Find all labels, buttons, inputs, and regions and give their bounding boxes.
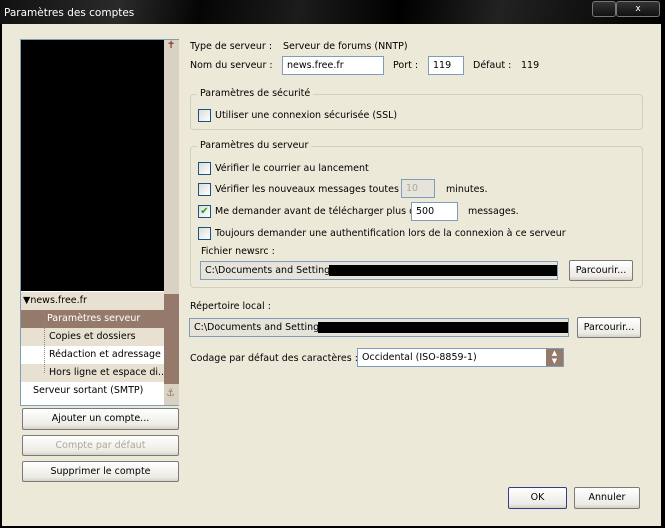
close-icon: x — [635, 4, 641, 14]
ssl-checkbox[interactable] — [198, 109, 211, 122]
chevron-down-icon[interactable]: ▲ ▼ — [546, 349, 563, 366]
server-name-label: Nom du serveur : — [190, 60, 273, 71]
ask-before-input[interactable]: 500 — [411, 202, 458, 221]
tree-item-offline[interactable]: Hors ligne et espace di... — [21, 364, 164, 382]
default-port-label: Défaut : — [473, 60, 512, 71]
local-dir-browse-button[interactable]: Parcourir... — [577, 317, 641, 338]
newsrc-label: Fichier newsrc : — [201, 246, 275, 257]
server-type-label: Type de serveur : — [190, 41, 273, 52]
check-every-input[interactable]: 10 — [401, 179, 435, 198]
check-every-label: Vérifier les nouveaux messages toutes le… — [215, 184, 416, 195]
newsrc-browse-button[interactable]: Parcourir... — [569, 260, 633, 281]
minutes-label: minutes. — [446, 184, 488, 195]
tree-item-server-settings[interactable]: Paramètres serveur — [21, 310, 164, 328]
ask-before-label: Me demander avant de télécharger plus de — [215, 206, 421, 217]
security-group: Paramètres de sécurité Utiliser une conn… — [190, 88, 643, 130]
tree-line — [44, 310, 45, 373]
tree-item-composition[interactable]: Rédaction et adressage — [21, 346, 164, 364]
tree-item-account[interactable]: ▼news.free.fr — [21, 292, 164, 310]
ask-before-checkbox[interactable]: ✔ — [198, 205, 211, 218]
encoding-select[interactable]: Occidental (ISO-8859-1) ▲ ▼ — [357, 348, 564, 367]
server-settings-legend: Paramètres du serveur — [197, 140, 312, 151]
redacted-path — [329, 265, 557, 276]
window-title: Paramètres des comptes — [4, 7, 135, 19]
security-legend: Paramètres de sécurité — [197, 88, 314, 99]
always-auth-label: Toujours demander une authentification l… — [215, 228, 566, 239]
check-startup-label: Vérifier le courrier au lancement — [215, 163, 369, 174]
cancel-button[interactable]: Annuler — [574, 487, 640, 509]
checkmark-icon: ✔ — [200, 206, 209, 217]
help-button[interactable] — [592, 1, 616, 17]
server-settings-group: Paramètres du serveur Vérifier le courri… — [190, 140, 643, 288]
scroll-down-icon[interactable]: ⚓ — [166, 388, 175, 399]
port-label: Port : — [393, 60, 419, 71]
scroll-up-icon[interactable]: ✝ — [167, 40, 175, 51]
local-dir-label: Répertoire local : — [190, 301, 271, 312]
ok-button[interactable]: OK — [508, 487, 567, 509]
close-button[interactable]: x — [616, 1, 660, 17]
messages-label: messages. — [468, 206, 519, 217]
server-type-value: Serveur de forums (NNTP) — [283, 41, 408, 52]
encoding-label: Codage par défaut des caractères : — [190, 353, 358, 364]
title-bar[interactable]: Paramètres des comptes x — [0, 0, 665, 24]
default-port-value: 119 — [521, 60, 540, 71]
account-settings-window: Paramètres des comptes x ▼news.free.fr P… — [0, 0, 665, 528]
redacted-path — [318, 322, 568, 333]
server-name-input[interactable]: news.free.fr — [282, 56, 384, 75]
set-default-button[interactable]: Compte par défaut — [22, 435, 179, 456]
delete-account-button[interactable]: Supprimer le compte — [22, 461, 179, 482]
tree-item-copies[interactable]: Copies et dossiers — [21, 328, 164, 346]
tree-item-smtp[interactable]: Serveur sortant (SMTP) — [21, 382, 164, 400]
always-auth-checkbox[interactable] — [198, 227, 211, 240]
redacted-area — [21, 40, 164, 291]
check-every-checkbox[interactable] — [198, 183, 211, 196]
dialog-body: ▼news.free.fr Paramètres serveur Copies … — [2, 24, 661, 526]
scroll-thumb[interactable] — [164, 294, 179, 384]
add-account-button[interactable]: Ajouter un compte... — [22, 408, 179, 430]
account-tree[interactable]: ▼news.free.fr Paramètres serveur Copies … — [20, 39, 179, 406]
scrollbar[interactable]: ✝ ⚓ — [164, 40, 179, 405]
check-startup-checkbox[interactable] — [198, 162, 211, 175]
port-input[interactable]: 119 — [428, 56, 464, 75]
ssl-label: Utiliser une connexion sécurisée (SSL) — [215, 110, 398, 121]
